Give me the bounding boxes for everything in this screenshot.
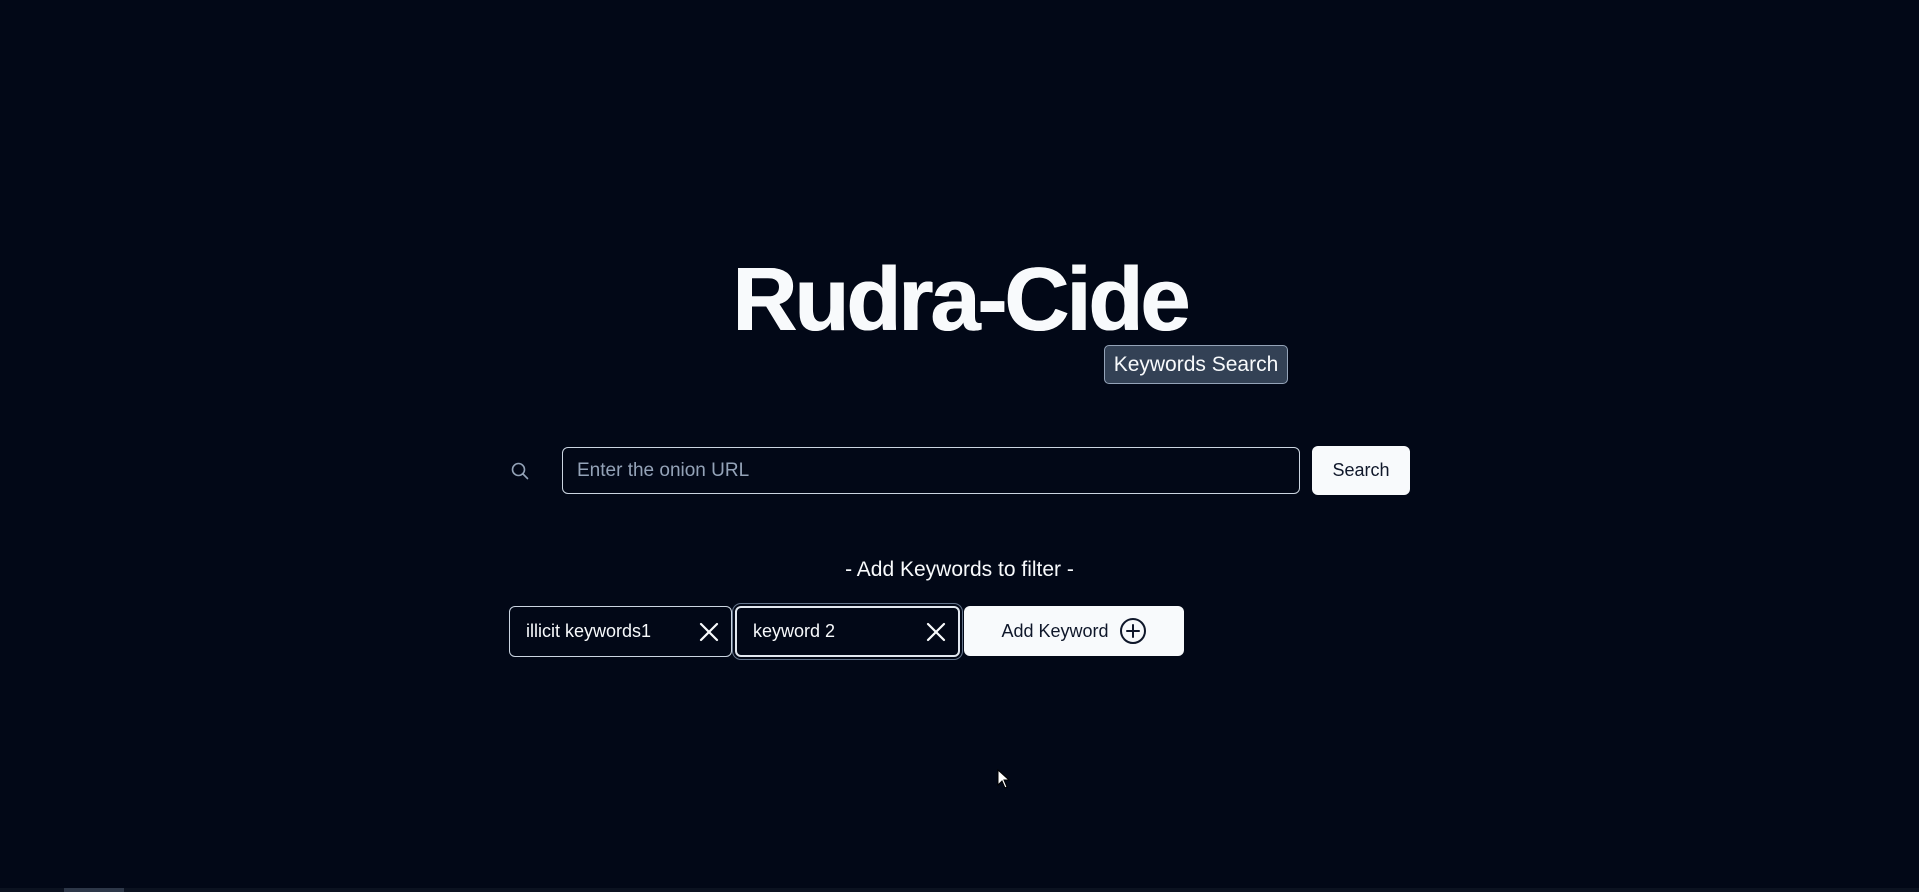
plus-circle-icon bbox=[1119, 618, 1146, 644]
page: Rudra-Cide Keywords Search Search - Add … bbox=[0, 0, 1919, 892]
keyword-field-2 bbox=[735, 606, 960, 657]
keyword-input-2[interactable] bbox=[737, 621, 914, 642]
keywords-search-tooltip: Keywords Search bbox=[1104, 345, 1288, 384]
onion-url-input[interactable] bbox=[562, 447, 1300, 494]
search-icon bbox=[510, 461, 530, 481]
horizontal-scrollbar[interactable] bbox=[0, 888, 1919, 892]
remove-keyword-2-button[interactable] bbox=[914, 610, 958, 654]
close-icon bbox=[926, 622, 946, 641]
remove-keyword-1-button[interactable] bbox=[687, 610, 731, 654]
keyword-field-1 bbox=[509, 606, 732, 657]
search-button[interactable]: Search bbox=[1312, 446, 1410, 495]
add-keyword-label: Add Keyword bbox=[1001, 620, 1109, 641]
app-title: Rudra-Cide bbox=[731, 250, 1190, 350]
keyword-input-1[interactable] bbox=[510, 621, 687, 642]
mouse-cursor-icon bbox=[997, 769, 1011, 789]
filter-heading: - Add Keywords to filter - bbox=[845, 558, 1074, 581]
close-icon bbox=[699, 622, 719, 641]
add-keyword-button[interactable]: Add Keyword bbox=[964, 606, 1184, 656]
horizontal-scrollbar-thumb[interactable] bbox=[64, 888, 124, 892]
